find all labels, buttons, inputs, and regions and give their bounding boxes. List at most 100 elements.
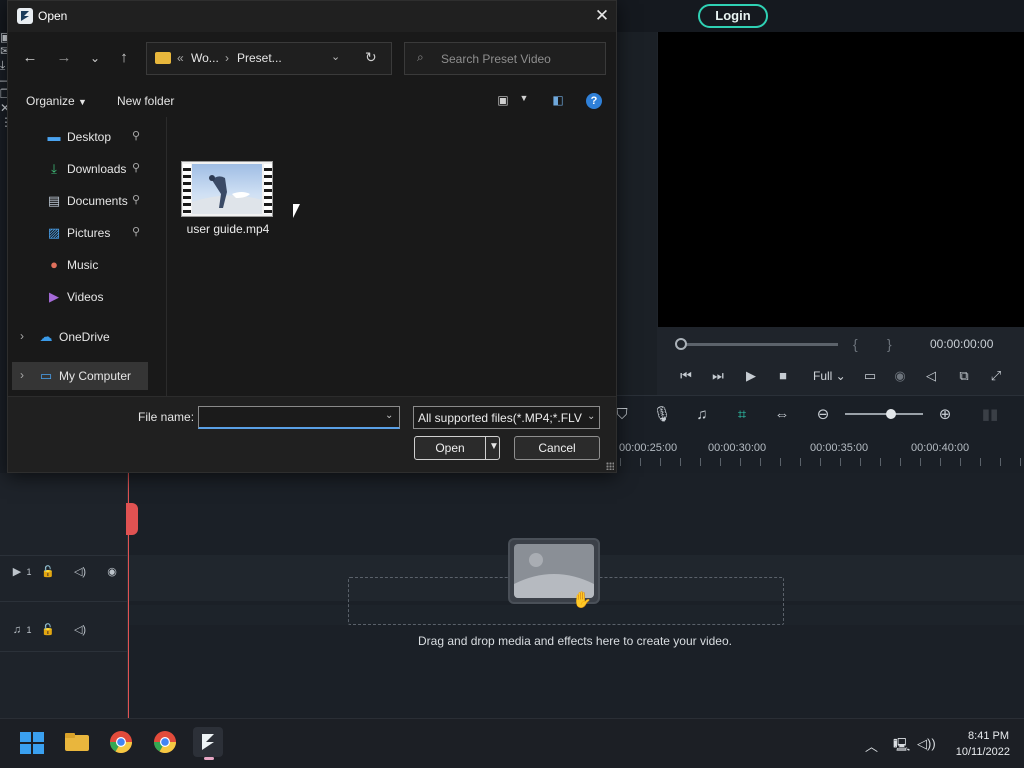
chrome-profile-taskbar-button[interactable] bbox=[150, 727, 180, 757]
search-icon: ⌕ bbox=[417, 50, 424, 64]
fit-timeline-icon[interactable]: ⇔ bbox=[772, 405, 792, 425]
file-explorer-taskbar-button[interactable] bbox=[62, 727, 92, 757]
open-options-chevron-icon[interactable]: ▼ bbox=[489, 441, 499, 452]
breadcrumb-parent[interactable]: Wo... bbox=[191, 51, 219, 65]
visibility-eye-icon[interactable]: ◉ bbox=[104, 565, 120, 579]
clock-date[interactable]: 10/11/2022 bbox=[942, 746, 1010, 758]
computer-icon: ▭ bbox=[39, 368, 53, 383]
show-hidden-icons-chevron-icon[interactable]: ︿ bbox=[865, 736, 878, 755]
search-input[interactable] bbox=[441, 49, 599, 69]
breadcrumb-overflow[interactable]: « bbox=[177, 51, 184, 65]
scrubber-handle[interactable] bbox=[675, 338, 687, 350]
track-headers bbox=[0, 473, 128, 718]
help-icon[interactable]: ? bbox=[586, 93, 602, 109]
organize-button[interactable]: Organize ▼ bbox=[26, 94, 87, 108]
video-editor-taskbar-button[interactable] bbox=[193, 727, 223, 760]
clock-time[interactable]: 8:41 PM bbox=[949, 730, 1009, 742]
open-split-divider bbox=[485, 437, 486, 459]
new-folder-button[interactable]: New folder bbox=[117, 94, 174, 108]
expand-chevron-icon[interactable]: › bbox=[20, 368, 24, 382]
nav-item-desktop[interactable]: ▬ Desktop ⚲ bbox=[8, 123, 158, 151]
pin-icon[interactable]: ⚲ bbox=[132, 161, 140, 174]
export-frame-icon[interactable]: ⧉ bbox=[955, 367, 973, 385]
up-folder-arrow-icon[interactable]: ↑ bbox=[114, 48, 134, 68]
address-history-chevron-icon[interactable]: ⌄ bbox=[331, 50, 340, 63]
nav-item-videos[interactable]: ▶ Videos bbox=[8, 283, 158, 311]
mark-out-icon[interactable]: } bbox=[887, 336, 892, 352]
panel-toggle-icon[interactable]: ▮▮ bbox=[980, 405, 1000, 425]
view-options-chevron-icon[interactable]: ▼ bbox=[515, 93, 533, 109]
snapshot-icon[interactable]: ◉ bbox=[891, 367, 909, 385]
address-bar[interactable]: « Wo... › Preset... ⌄ ↻ bbox=[146, 42, 392, 75]
pin-icon[interactable]: ⚲ bbox=[132, 193, 140, 206]
start-button[interactable] bbox=[17, 727, 47, 757]
fullscreen-icon[interactable]: ⤢ bbox=[987, 367, 1005, 385]
open-file-dialog: Open ✕ ← → ⌄ ↑ « Wo... › Preset... ⌄ ↻ ⌕… bbox=[7, 0, 617, 473]
nav-item-label: Downloads bbox=[67, 162, 127, 176]
navigation-pane: ▬ Desktop ⚲ ⤓ Downloads ⚲ ▤ Documents ⚲ … bbox=[8, 117, 166, 396]
recent-locations-chevron-icon[interactable]: ⌄ bbox=[85, 48, 105, 68]
film-strip-edge bbox=[264, 164, 272, 214]
timeline-zoom-slider[interactable] bbox=[845, 413, 923, 415]
preview-zoom-select[interactable]: Full ⌄ bbox=[813, 369, 846, 383]
pin-icon[interactable]: ⚲ bbox=[132, 129, 140, 142]
preview-pane-icon[interactable]: ◧ bbox=[549, 93, 567, 109]
snap-icon[interactable]: ⌗ bbox=[732, 405, 752, 425]
nav-item-label: Documents bbox=[67, 194, 128, 208]
nav-item-my-computer[interactable]: › ▭ My Computer bbox=[12, 362, 148, 390]
previous-frame-icon[interactable]: ⏮ bbox=[677, 367, 695, 385]
refresh-icon[interactable]: ↻ bbox=[365, 49, 377, 66]
forward-arrow-icon[interactable]: → bbox=[54, 48, 74, 68]
search-box[interactable]: ⌕ bbox=[404, 42, 606, 75]
playhead-handle[interactable] bbox=[126, 503, 138, 535]
back-arrow-icon[interactable]: ← bbox=[20, 48, 40, 68]
file-list-pane[interactable] bbox=[167, 117, 616, 396]
microphone-icon[interactable]: 🎙 bbox=[652, 405, 672, 425]
chrome-taskbar-button[interactable] bbox=[106, 727, 136, 757]
mute-icon[interactable]: ◁) bbox=[72, 565, 88, 579]
thumbnail-image bbox=[192, 164, 262, 214]
preview-scrubber[interactable] bbox=[680, 343, 838, 346]
lock-icon[interactable]: 🔓 bbox=[40, 623, 56, 637]
stop-icon[interactable]: ■ bbox=[774, 367, 792, 385]
timeline-zoom-handle[interactable] bbox=[886, 409, 896, 419]
open-button[interactable]: Open ▼ bbox=[414, 436, 500, 460]
zoom-out-icon[interactable]: ⊖ bbox=[813, 405, 833, 425]
nav-item-pictures[interactable]: ▨ Pictures ⚲ bbox=[8, 219, 158, 247]
play-icon[interactable]: ▶ bbox=[742, 367, 760, 385]
folder-icon bbox=[155, 52, 171, 64]
file-type-select[interactable]: All supported files(*.MP4;*.FLV; ⌄ bbox=[413, 406, 600, 429]
nav-item-label: My Computer bbox=[59, 369, 132, 383]
ruler-label: 00:00:25:00 bbox=[619, 442, 678, 454]
audio-mixer-icon[interactable]: ♫ bbox=[692, 405, 712, 425]
mute-icon[interactable]: ◁) bbox=[72, 623, 88, 637]
speaker-icon[interactable]: ◁)) bbox=[917, 736, 936, 752]
organize-label: Organize bbox=[26, 94, 75, 108]
volume-icon[interactable]: ◁ bbox=[922, 367, 940, 385]
change-view-icon[interactable]: ▣ bbox=[494, 93, 512, 109]
nav-item-onedrive[interactable]: › ☁ OneDrive bbox=[8, 323, 158, 351]
pictures-icon: ▨ bbox=[47, 225, 61, 240]
resize-grip-icon[interactable] bbox=[606, 462, 614, 470]
close-icon[interactable]: ✕ bbox=[590, 5, 614, 27]
breadcrumb-current[interactable]: Preset... bbox=[237, 51, 282, 65]
nav-item-documents[interactable]: ▤ Documents ⚲ bbox=[8, 187, 158, 215]
zoom-in-icon[interactable]: ⊕ bbox=[935, 405, 955, 425]
nav-item-music[interactable]: ● Music bbox=[8, 251, 158, 279]
network-icon[interactable]: 🖳 bbox=[893, 736, 910, 758]
mark-in-icon[interactable]: { bbox=[853, 336, 858, 352]
file-name-input[interactable] bbox=[203, 409, 379, 426]
pin-icon[interactable]: ⚲ bbox=[132, 225, 140, 238]
cancel-button[interactable]: Cancel bbox=[514, 436, 600, 460]
file-name-history-chevron-icon[interactable]: ⌄ bbox=[385, 410, 393, 421]
file-name-combobox[interactable]: ⌄ bbox=[198, 406, 400, 429]
nav-item-downloads[interactable]: ⤓ Downloads ⚲ bbox=[8, 155, 158, 183]
video-editor-app-icon bbox=[17, 8, 33, 24]
ruler-ticks bbox=[620, 458, 1024, 466]
display-icon[interactable]: ▭ bbox=[861, 367, 879, 385]
expand-chevron-icon[interactable]: › bbox=[20, 329, 24, 343]
login-button[interactable]: Login bbox=[698, 4, 768, 28]
next-frame-icon[interactable]: ⏭ bbox=[709, 367, 727, 385]
lock-icon[interactable]: 🔓 bbox=[40, 565, 56, 579]
dialog-title-bar[interactable]: Open ✕ bbox=[8, 1, 616, 32]
